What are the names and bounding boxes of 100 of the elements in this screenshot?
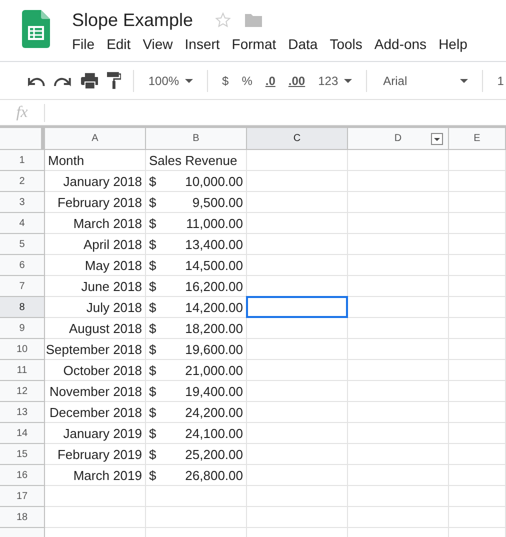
amount-text: 25,200.00	[185, 446, 243, 462]
row-header[interactable]: 4	[0, 213, 45, 234]
table-cell[interactable]: $ 10,000.00	[146, 171, 247, 192]
amount-text: 21,000.00	[185, 362, 243, 378]
table-cell[interactable]: January 2019	[45, 423, 146, 444]
caret-icon	[185, 78, 194, 82]
menu-item[interactable]: Add-ons	[374, 36, 427, 52]
row-header[interactable]: 2	[0, 171, 45, 192]
amount-text: 24,200.00	[185, 404, 243, 420]
column-header[interactable]: C	[247, 128, 348, 150]
table-cell[interactable]: January 2018	[45, 171, 146, 192]
table-cell[interactable]: November 2018	[45, 381, 146, 402]
decrease-decimals-button[interactable]: .0	[263, 74, 278, 88]
amount-text: 14,500.00	[185, 258, 243, 272]
font-size-field[interactable]: 1	[495, 74, 506, 88]
table-cell[interactable]: March 2019	[45, 465, 146, 486]
table-cell[interactable]: August 2018	[45, 318, 146, 339]
menu-item[interactable]: Tools	[330, 36, 362, 52]
amount-text: 13,400.00	[185, 236, 243, 252]
table-cell[interactable]: July 2018	[45, 297, 146, 318]
row-header[interactable]: 18	[0, 507, 45, 528]
row-header[interactable]: 9	[0, 318, 45, 339]
table-cell[interactable]: September 2018	[45, 339, 146, 360]
row-header[interactable]: 8	[0, 297, 45, 318]
table-cell[interactable]: $ 9,500.00	[146, 192, 247, 213]
table-cell[interactable]: June 2018	[45, 276, 146, 297]
column-header[interactable]: B	[146, 128, 247, 150]
row-header[interactable]: 14	[0, 423, 45, 444]
table-cell[interactable]: February 2018	[45, 192, 146, 213]
menu-item[interactable]: Data	[288, 36, 318, 52]
row-header[interactable]: 7	[0, 276, 45, 297]
currency-symbol: $	[149, 320, 156, 336]
table-cell[interactable]: $ 13,400.00	[146, 234, 247, 255]
row-header[interactable]: 1	[0, 150, 45, 171]
increase-decimals-button[interactable]: .00	[286, 74, 308, 88]
column-header[interactable]: A	[45, 128, 146, 150]
column-header[interactable]: E	[449, 128, 506, 150]
table-cell[interactable]: $ 24,100.00	[146, 423, 247, 444]
table-cell[interactable]: Month	[45, 150, 146, 171]
currency-format-button[interactable]: $	[220, 74, 231, 88]
currency-symbol: $	[149, 236, 156, 252]
table-cell[interactable]: April 2018	[45, 234, 146, 255]
row-header[interactable]: 12	[0, 381, 45, 402]
row-header[interactable]: 17	[0, 486, 45, 507]
formula-label: fx	[0, 104, 45, 122]
currency-symbol: $	[149, 300, 156, 314]
row-header[interactable]: 11	[0, 360, 45, 381]
currency-symbol: $	[149, 174, 156, 188]
row-header[interactable]: 5	[0, 234, 45, 255]
row-header[interactable]: 16	[0, 465, 45, 486]
table-cell[interactable]: $ 25,200.00	[146, 444, 247, 465]
menu-item[interactable]: Format	[232, 36, 276, 52]
table-cell[interactable]: March 2018	[45, 213, 146, 234]
currency-symbol: $	[149, 446, 156, 462]
folder-icon[interactable]	[245, 13, 262, 27]
amount-text: 26,800.00	[185, 468, 243, 482]
dropdown-icon[interactable]	[431, 133, 443, 145]
document-title[interactable]: Slope Example	[72, 10, 194, 30]
amount-text: 18,200.00	[185, 320, 243, 336]
row-header[interactable]: 15	[0, 444, 45, 465]
paint-format-icon[interactable]	[107, 72, 122, 89]
currency-symbol: $	[149, 384, 156, 398]
caret-icon	[344, 78, 352, 82]
table-cell[interactable]: Sales Revenue	[146, 150, 247, 171]
number-format-dropdown[interactable]: 123	[316, 74, 354, 88]
row-header[interactable]: 3	[0, 192, 45, 213]
menu-item[interactable]: View	[142, 36, 173, 52]
menu-item[interactable]: Insert	[184, 36, 220, 52]
row-header[interactable]: 13	[0, 402, 45, 423]
table-cell[interactable]: $ 16,200.00	[146, 276, 247, 297]
font-dropdown[interactable]: Arial	[379, 74, 470, 88]
currency-symbol: $	[149, 362, 156, 378]
table-cell[interactable]: $ 21,000.00	[146, 360, 247, 381]
table-cell[interactable]: May 2018	[45, 255, 146, 276]
menu-item[interactable]: File	[72, 36, 95, 52]
table-cell[interactable]: $ 14,500.00	[146, 255, 247, 276]
amount-text: 16,200.00	[185, 278, 243, 294]
table-cell[interactable]: February 2019	[45, 444, 146, 465]
menu-item[interactable]: Help	[438, 36, 468, 52]
table-cell[interactable]: $ 19,400.00	[146, 381, 247, 402]
currency-symbol: $	[149, 278, 156, 294]
table-cell[interactable]: $ 26,800.00	[146, 465, 247, 486]
table-cell[interactable]: $ 19,600.00	[146, 339, 247, 360]
sheets-logo-icon[interactable]	[22, 10, 50, 48]
table-cell[interactable]: $ 24,200.00	[146, 402, 247, 423]
table-cell[interactable]: December 2018	[45, 402, 146, 423]
zoom-dropdown[interactable]: 100%	[146, 74, 196, 88]
table-cell[interactable]: October 2018	[45, 360, 146, 381]
row-header[interactable]: 6	[0, 255, 45, 276]
table-cell[interactable]: $ 14,200.00	[146, 297, 247, 318]
column-header[interactable]: D	[348, 128, 449, 150]
amount-text: 10,000.00	[185, 174, 243, 188]
star-icon[interactable]	[215, 12, 232, 28]
percent-format-button[interactable]: %	[240, 74, 254, 88]
table-cell[interactable]: $ 11,000.00	[146, 213, 247, 234]
table-cell[interactable]: $ 18,200.00	[146, 318, 247, 339]
menu-item[interactable]: Edit	[106, 36, 131, 52]
print-icon[interactable]	[80, 72, 98, 88]
select-all-corner[interactable]	[0, 128, 45, 150]
row-header[interactable]: 10	[0, 339, 45, 360]
